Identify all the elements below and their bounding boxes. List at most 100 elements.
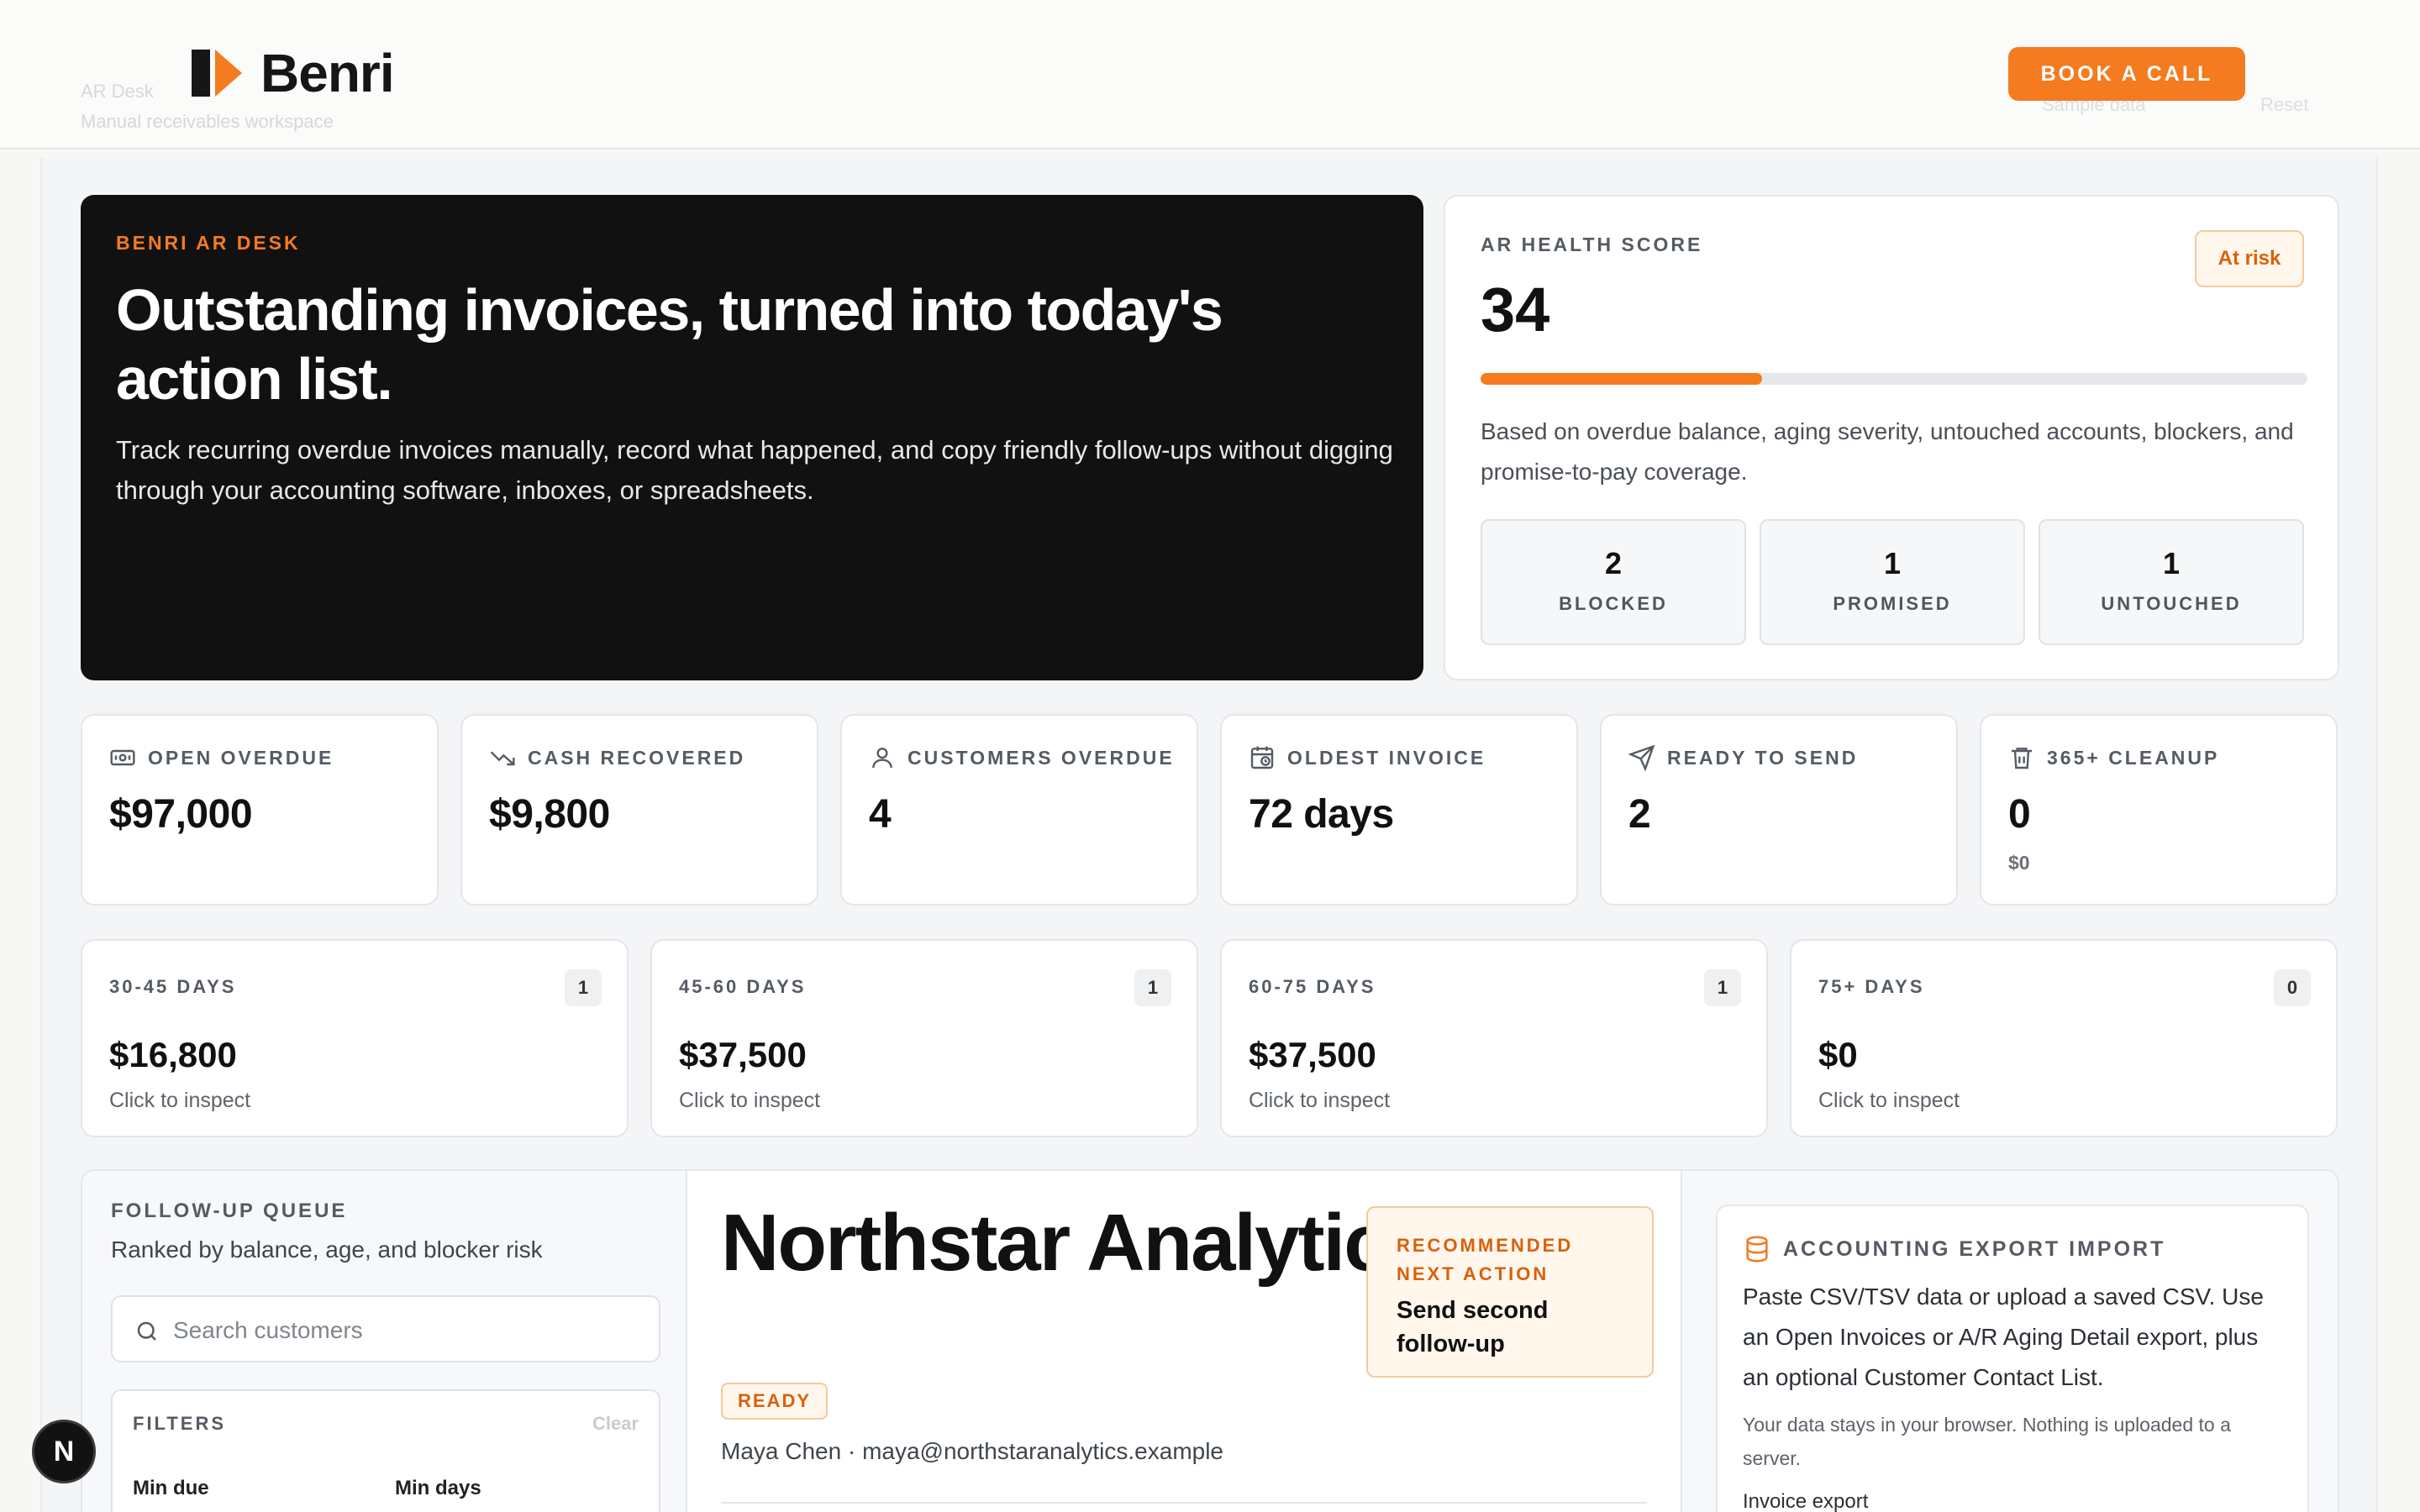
ghost-app-subtitle: Manual receivables workspace xyxy=(81,111,334,132)
stat-cash-recovered: CASH RECOVERED $9,800 xyxy=(460,714,818,906)
ar-health-card: AR HEALTH SCORE 34 At risk Based on over… xyxy=(1444,195,2339,680)
clear-filters-button[interactable]: Clear xyxy=(592,1413,639,1435)
tile-label: PROMISED xyxy=(1833,593,1952,614)
risk-status-badge: At risk xyxy=(2195,230,2304,287)
aging-label: 75+ DAYS xyxy=(1818,976,1925,997)
stat-value: 4 xyxy=(869,792,892,837)
recommended-label: RECOMMENDED NEXT ACTION xyxy=(1397,1235,1574,1284)
tile-value: 1 xyxy=(2162,546,2181,580)
aging-bucket-75-plus[interactable]: 75+ DAYS 0 $0 Click to inspect xyxy=(1790,939,2338,1137)
aging-bucket-60-75[interactable]: 60-75 DAYS 1 $37,500 Click to inspect xyxy=(1220,939,1768,1137)
hero-description: Track recurring overdue invoices manuall… xyxy=(116,435,1393,505)
filters-box: FILTERS Clear Min due Min days xyxy=(111,1389,660,1512)
stat-subvalue: $0 xyxy=(2008,852,2030,874)
stat-label: CASH RECOVERED xyxy=(528,746,746,769)
import-privacy-note: Your data stays in your browser. Nothing… xyxy=(1743,1414,2231,1469)
stat-ready-to-send: READY TO SEND 2 xyxy=(1600,714,1958,906)
brand-logo[interactable]: Benri xyxy=(192,43,395,103)
aging-hint: Click to inspect xyxy=(1249,1089,1391,1112)
aging-label: 60-75 DAYS xyxy=(1249,976,1376,997)
trend-down-icon xyxy=(490,751,515,766)
aging-label: 30-45 DAYS xyxy=(109,976,237,997)
tile-blocked[interactable]: 2 BLOCKED xyxy=(1481,519,1746,645)
stat-label: CUSTOMERS OVERDUE xyxy=(908,746,1175,769)
health-score: 34 xyxy=(1481,275,1550,344)
ghost-reset: Reset xyxy=(2260,94,2309,115)
ghost-app-title: AR Desk xyxy=(81,81,154,102)
stat-cleanup: 365+ CLEANUP 0 $0 xyxy=(1980,714,2338,906)
health-description: Based on overdue balance, aging severity… xyxy=(1481,418,2294,485)
tile-value: 2 xyxy=(1604,546,1623,580)
filters-label: FILTERS xyxy=(133,1413,227,1434)
aging-bucket-30-45[interactable]: 30-45 DAYS 1 $16,800 Click to inspect xyxy=(81,939,629,1137)
tile-label: UNTOUCHED xyxy=(2101,593,2242,614)
tile-promised[interactable]: 1 PROMISED xyxy=(1760,519,2025,645)
aging-value: $0 xyxy=(1818,1035,1858,1074)
dev-tools-badge[interactable]: N xyxy=(32,1420,96,1483)
stat-label: 365+ CLEANUP xyxy=(2047,746,2220,769)
stat-label: OPEN OVERDUE xyxy=(148,746,334,769)
recommended-value: Send second follow-up xyxy=(1397,1297,1549,1357)
stat-customers-overdue: CUSTOMERS OVERDUE 4 xyxy=(840,714,1198,906)
health-progress-bar xyxy=(1481,373,2307,385)
aging-count-badge: 1 xyxy=(565,969,602,1006)
hero-banner: BENRI AR DESK Outstanding invoices, turn… xyxy=(81,195,1423,680)
aging-count-badge: 1 xyxy=(1704,969,1741,1006)
aging-value: $37,500 xyxy=(1249,1035,1376,1074)
search-input[interactable] xyxy=(173,1312,644,1349)
database-icon xyxy=(1746,1236,1768,1263)
stat-label: OLDEST INVOICE xyxy=(1287,746,1486,769)
workspace-panel: FOLLOW-UP QUEUE Ranked by balance, age, … xyxy=(81,1169,2339,1512)
health-label: AR HEALTH SCORE xyxy=(1481,234,1703,255)
follow-up-queue: FOLLOW-UP QUEUE Ranked by balance, age, … xyxy=(82,1171,687,1512)
aging-value: $37,500 xyxy=(679,1035,807,1074)
stat-value: 0 xyxy=(2008,792,2031,837)
customer-name: Northstar Analytics xyxy=(721,1198,1432,1288)
health-progress-fill xyxy=(1481,373,1762,385)
send-icon xyxy=(1628,744,1655,771)
search-icon xyxy=(137,1321,156,1341)
book-call-button[interactable]: BOOK A CALL xyxy=(2008,47,2245,101)
divider xyxy=(721,1502,1647,1504)
accounting-import-card: ACCOUNTING EXPORT IMPORT Paste CSV/TSV d… xyxy=(1716,1205,2309,1512)
brand-name: Benri xyxy=(260,43,395,103)
import-description: Paste CSV/TSV data or upload a saved CSV… xyxy=(1743,1284,2264,1390)
trash-icon xyxy=(2012,748,2032,769)
top-bar: AR Desk Manual receivables workspace Sam… xyxy=(0,0,2420,150)
queue-label: FOLLOW-UP QUEUE xyxy=(111,1200,348,1222)
import-label: ACCOUNTING EXPORT IMPORT xyxy=(1783,1236,2166,1261)
tile-untouched[interactable]: 1 UNTOUCHED xyxy=(2039,519,2304,645)
stat-label: READY TO SEND xyxy=(1667,746,1859,769)
benri-logo-icon xyxy=(192,50,242,97)
aging-label: 45-60 DAYS xyxy=(679,976,807,997)
aging-value: $16,800 xyxy=(109,1035,237,1074)
min-due-label: Min due xyxy=(133,1477,209,1499)
aging-count-badge: 1 xyxy=(1134,969,1171,1006)
status-badge: READY xyxy=(721,1383,829,1420)
stat-open-overdue: OPEN OVERDUE $97,000 xyxy=(81,714,439,906)
customer-detail: Northstar Analytics READY Maya Chen · ma… xyxy=(687,1171,1681,1512)
stat-value: 72 days xyxy=(1249,792,1394,837)
aging-hint: Click to inspect xyxy=(679,1089,821,1112)
min-days-label: Min days xyxy=(395,1477,481,1499)
tile-label: BLOCKED xyxy=(1559,593,1668,614)
import-next-label: Invoice export xyxy=(1743,1490,1869,1512)
customer-contact: Maya Chen · maya@northstaranalytics.exam… xyxy=(721,1438,1224,1464)
aging-bucket-45-60[interactable]: 45-60 DAYS 1 $37,500 Click to inspect xyxy=(650,939,1198,1137)
import-column: ACCOUNTING EXPORT IMPORT Paste CSV/TSV d… xyxy=(1681,1171,2338,1512)
queue-subtitle: Ranked by balance, age, and blocker risk xyxy=(111,1236,543,1263)
stat-oldest-invoice: OLDEST INVOICE 72 days xyxy=(1220,714,1578,906)
hero-title: Outstanding invoices, turned into today'… xyxy=(116,277,1223,412)
tile-value: 1 xyxy=(1883,546,1902,580)
stat-value: 2 xyxy=(1628,792,1651,837)
stat-value: $9,800 xyxy=(489,792,610,837)
aging-hint: Click to inspect xyxy=(1818,1089,1960,1112)
cash-icon xyxy=(110,749,135,766)
aging-hint: Click to inspect xyxy=(109,1089,251,1112)
search-box[interactable] xyxy=(111,1295,660,1362)
user-icon xyxy=(872,748,892,769)
hero-eyebrow: BENRI AR DESK xyxy=(116,232,301,254)
stat-value: $97,000 xyxy=(109,792,253,837)
recommended-action-box: RECOMMENDED NEXT ACTION Send second foll… xyxy=(1366,1206,1654,1378)
aging-count-badge: 0 xyxy=(2274,969,2311,1006)
